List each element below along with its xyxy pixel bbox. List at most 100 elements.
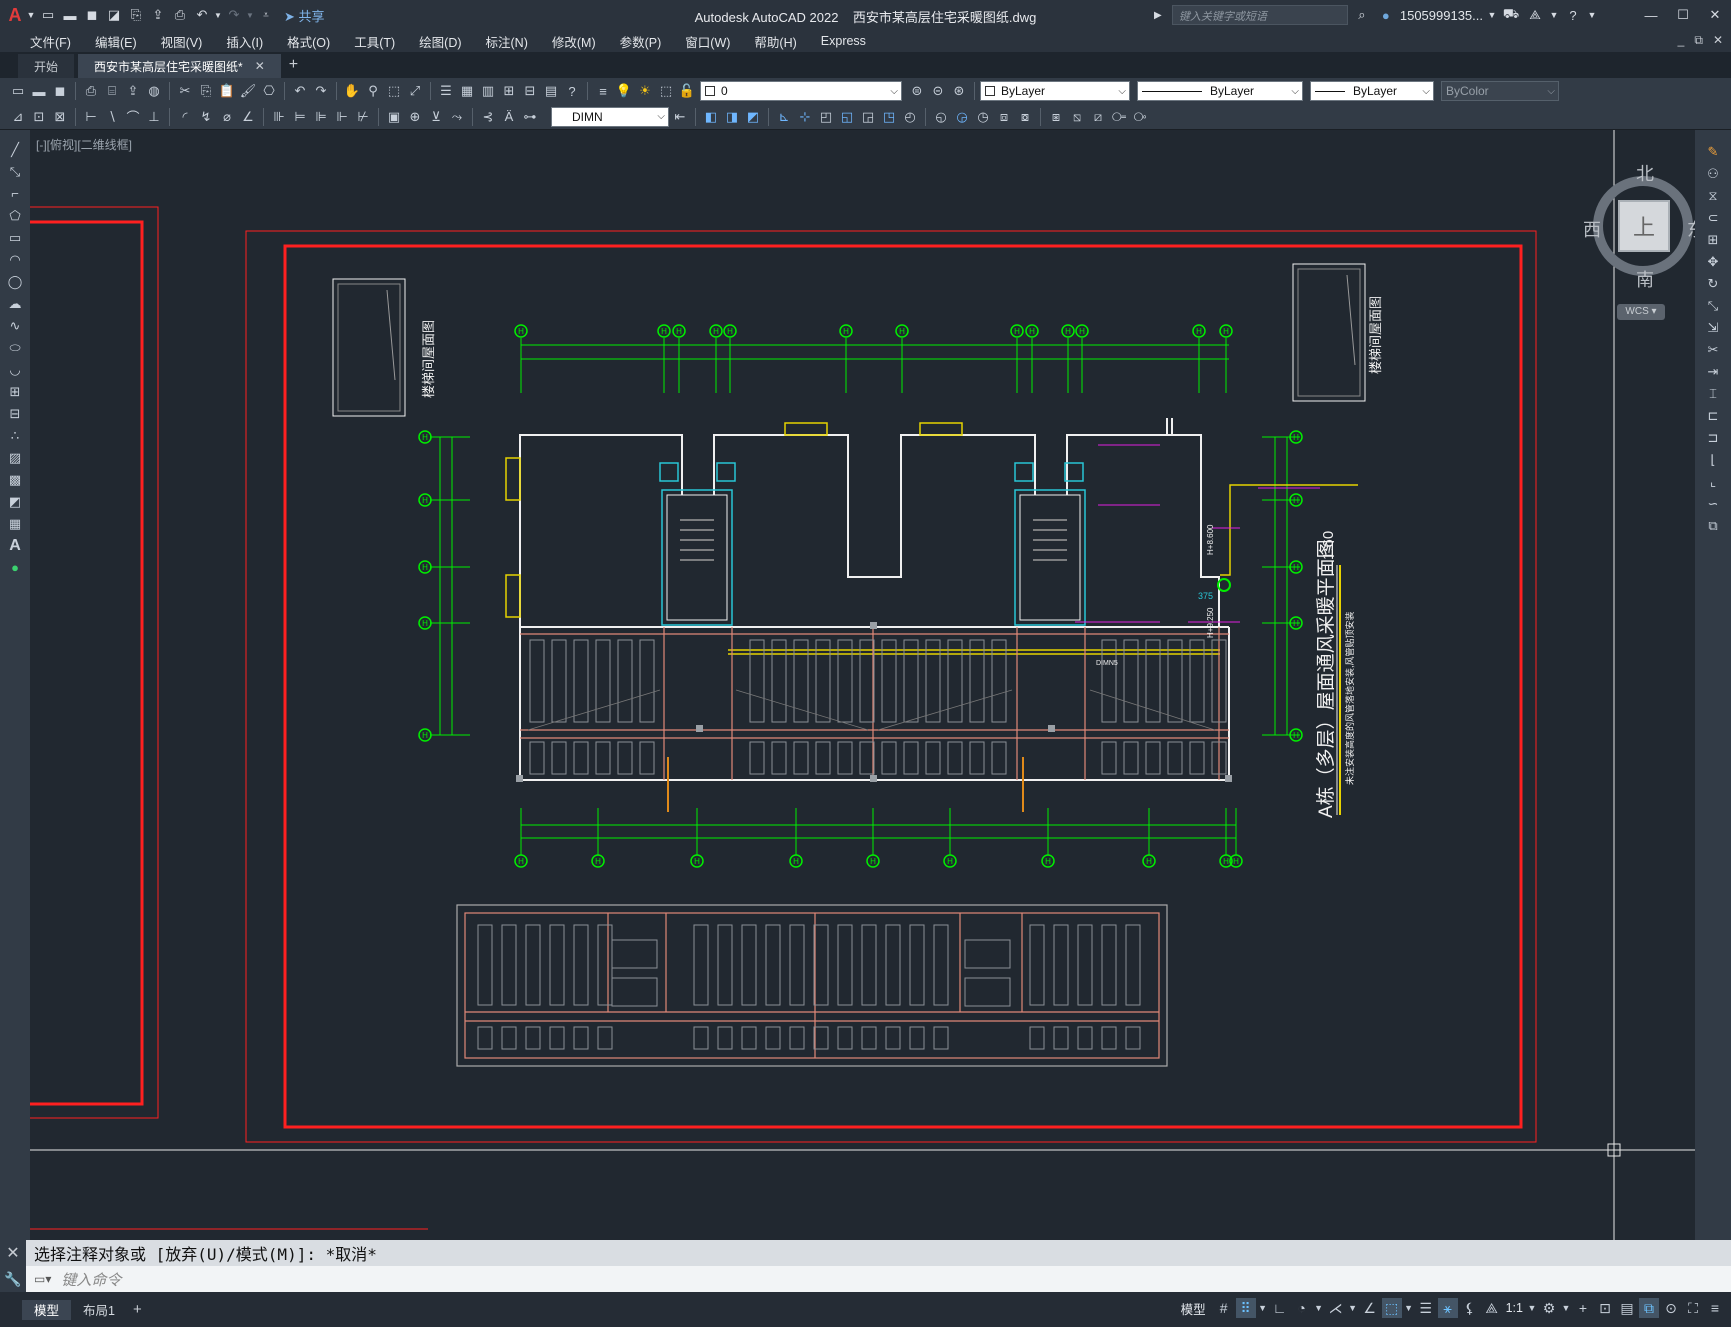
iso-dropdown-icon[interactable]: ▼ — [1348, 1298, 1358, 1318]
jogged-dim-icon[interactable]: ↯ — [196, 107, 216, 127]
move-icon[interactable]: ✥ — [1702, 252, 1724, 271]
close-command-icon[interactable]: ✕ — [0, 1240, 26, 1266]
break-icon[interactable]: ⊏ — [1702, 406, 1724, 425]
annotation-scale-value[interactable]: 1:1 — [1506, 1301, 1523, 1315]
line-icon[interactable]: ╱ — [4, 140, 26, 159]
tab-close-icon[interactable]: ✕ — [255, 59, 265, 73]
ellipse-icon[interactable]: ⬭ — [4, 338, 26, 357]
lineweight-icon[interactable]: ☰ — [1416, 1298, 1436, 1318]
dim-update-icon[interactable]: ⊠ — [50, 107, 70, 127]
linear-dim-icon[interactable]: ⊢ — [81, 107, 101, 127]
save-icon[interactable]: ◼ — [50, 81, 70, 101]
tab-document[interactable]: 西安市某高层住宅采暖图纸* ✕ — [78, 54, 281, 78]
ucs-previous-icon[interactable]: ◰ — [816, 107, 836, 127]
ucs-icon[interactable]: ⊾ — [774, 107, 794, 127]
center-mark-icon[interactable]: ⊕ — [405, 107, 425, 127]
units-icon[interactable]: ⊡ — [1595, 1298, 1615, 1318]
ellipse-arc-icon[interactable]: ◡ — [4, 360, 26, 379]
layer-lock-icon[interactable]: 🔓 — [677, 81, 697, 101]
customize-qat-icon[interactable]: ⩡ — [256, 5, 276, 25]
viewcube-face[interactable]: 上 — [1618, 200, 1670, 252]
autodesk-app-icon[interactable]: ⟁ — [1525, 5, 1545, 25]
linetype-dropdown[interactable]: ByLayer ⌵ — [1137, 81, 1303, 101]
color-dropdown[interactable]: ByLayer ⌵ — [980, 81, 1130, 101]
compass-east[interactable]: 东 — [1687, 216, 1695, 242]
command-line[interactable]: 🔧 ▭▾ 键入命令 — [0, 1266, 1731, 1292]
plot-icon[interactable]: ⎙ — [81, 81, 101, 101]
tolerance-icon[interactable]: ▣ — [384, 107, 404, 127]
open-folder-icon[interactable]: ▬ — [60, 5, 80, 25]
calculator-icon[interactable]: ▤ — [541, 81, 561, 101]
isodraft-icon[interactable]: ⋌ — [1326, 1298, 1346, 1318]
open-icon[interactable]: ▬ — [29, 81, 49, 101]
design-center-icon[interactable]: ▦ — [457, 81, 477, 101]
menu-format[interactable]: 格式(O) — [275, 32, 342, 51]
isolate-objects-icon[interactable]: ⊙ — [1661, 1298, 1681, 1318]
render-icon[interactable]: ◵ — [931, 107, 951, 127]
help-icon[interactable]: ? — [562, 81, 582, 101]
3d-print-icon[interactable]: ◍ — [144, 81, 164, 101]
ucs-face-icon[interactable]: ◱ — [837, 107, 857, 127]
inspect-icon[interactable]: ⊻ — [426, 107, 446, 127]
tab-model[interactable]: 模型 — [22, 1299, 72, 1320]
diameter-dim-icon[interactable]: ⌀ — [217, 107, 237, 127]
zoom-window-icon[interactable]: ⬚ — [384, 81, 404, 101]
autocad-logo-icon[interactable]: A — [6, 5, 24, 25]
offset-icon[interactable]: ⊂ — [1702, 208, 1724, 227]
wcs-menu[interactable]: WCS ▾ — [1617, 304, 1665, 320]
help-dropdown-icon[interactable]: ▼ — [1587, 5, 1597, 25]
layer-freeze-icon[interactable]: ☀ — [635, 81, 655, 101]
arc-icon[interactable]: ◠ — [4, 250, 26, 269]
menu-file[interactable]: 文件(F) — [18, 32, 83, 51]
ucs-object-icon[interactable]: ◲ — [858, 107, 878, 127]
export-icon[interactable]: ⎘ — [126, 5, 146, 25]
user-dropdown-icon[interactable]: ▼ — [1487, 5, 1497, 25]
doc-close-icon[interactable]: ✕ — [1713, 33, 1723, 48]
snap-dropdown-icon[interactable]: ▼ — [1258, 1298, 1268, 1318]
make-block-icon[interactable]: ⊟ — [4, 404, 26, 423]
publish-icon[interactable]: ⇪ — [123, 81, 143, 101]
array-icon[interactable]: ⊞ — [1702, 230, 1724, 249]
menu-parameter[interactable]: 参数(P) — [608, 32, 674, 51]
doc-restore-icon[interactable]: ⧉ — [1694, 33, 1703, 48]
aligned-dim-icon[interactable]: ∖ — [102, 107, 122, 127]
layer-properties-icon[interactable]: ≡ — [593, 81, 613, 101]
extend-icon[interactable]: ⇥ — [1702, 362, 1724, 381]
redo-icon[interactable]: ↷ — [311, 81, 331, 101]
walk-icon[interactable]: ⧇ — [1015, 107, 1035, 127]
revcloud-icon[interactable]: ☁ — [4, 294, 26, 313]
sheet-set-icon[interactable]: ⊞ — [499, 81, 519, 101]
view-right-icon[interactable]: ◩ — [743, 107, 763, 127]
help-icon[interactable]: ? — [1563, 5, 1583, 25]
spline-icon[interactable]: ∿ — [4, 316, 26, 335]
qnew-icon[interactable]: ▭ — [8, 81, 28, 101]
break-point-icon[interactable]: ⌶ — [1702, 384, 1724, 403]
block-editor-icon[interactable]: ⎔ — [259, 81, 279, 101]
customization-icon[interactable]: ≡ — [1705, 1298, 1725, 1318]
layer-dropdown[interactable]: 0 ⌵ — [700, 81, 902, 101]
tab-start[interactable]: 开始 — [18, 54, 75, 78]
annotation-visibility-icon[interactable]: ⚹ — [1437, 1298, 1458, 1318]
construction-line-icon[interactable]: ⤡ — [4, 162, 26, 181]
save-icon[interactable]: ◼ — [82, 5, 102, 25]
doc-minimize-icon[interactable]: _ — [1678, 33, 1685, 48]
table-icon[interactable]: ▦ — [4, 514, 26, 533]
compass-north[interactable]: 北 — [1636, 160, 1654, 186]
quick-dimension-icon[interactable]: ⊪ — [269, 107, 289, 127]
block-icon[interactable]: ⧆ — [1046, 107, 1066, 127]
tool-palettes-icon[interactable]: ▥ — [478, 81, 498, 101]
add-selected-icon[interactable]: ● — [4, 558, 26, 577]
chamfer-icon[interactable]: ⌊ — [1702, 450, 1724, 469]
dim-style-icon[interactable]: ⊶ — [520, 107, 540, 127]
publish-icon[interactable]: ⇪ — [148, 5, 168, 25]
user-icon[interactable]: ● — [1376, 5, 1396, 25]
point-icon[interactable]: ∴ — [4, 426, 26, 445]
new-tab-icon[interactable]: + — [289, 56, 298, 74]
osnap-dropdown-icon[interactable]: ▼ — [1404, 1298, 1414, 1318]
close-icon[interactable]: ✕ — [1705, 5, 1725, 25]
join-icon[interactable]: ⊐ — [1702, 428, 1724, 447]
annotation-scale-icon[interactable]: ⟁ — [1482, 1298, 1502, 1318]
gradient-icon[interactable]: ▩ — [4, 470, 26, 489]
plotstyle-dropdown[interactable]: ByColor ⌵ — [1441, 81, 1559, 101]
redo-icon[interactable]: ↷ — [224, 5, 244, 25]
